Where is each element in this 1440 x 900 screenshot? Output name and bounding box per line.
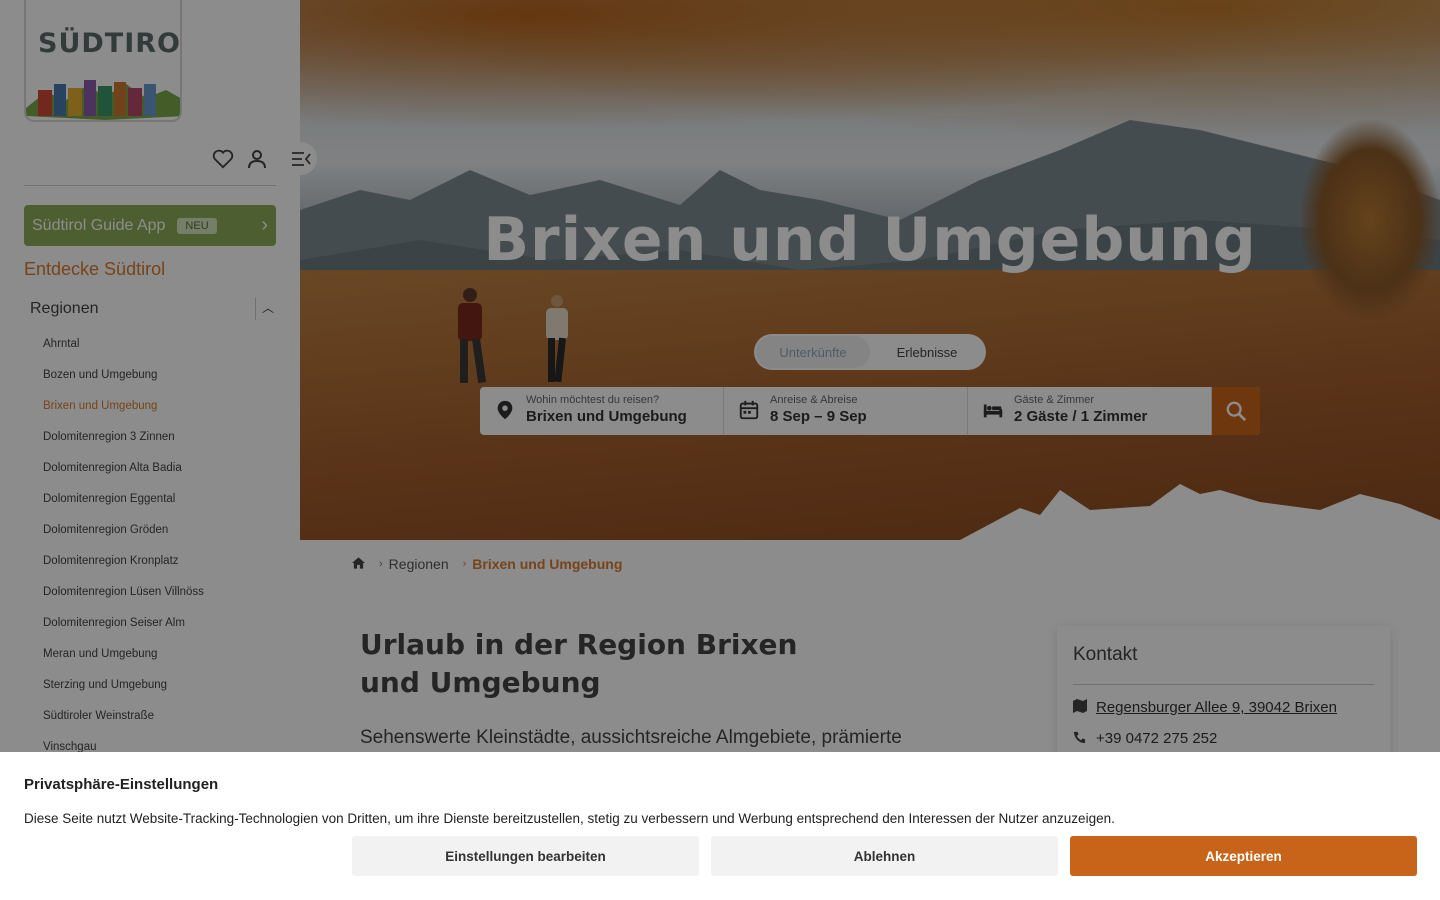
cookie-text: Diese Seite nutzt Website-Tracking-Techn… (24, 811, 1115, 826)
accept-button[interactable]: Akzeptieren (1070, 836, 1417, 876)
reject-button[interactable]: Ablehnen (711, 836, 1058, 876)
cookie-button-group: Einstellungen bearbeiten Ablehnen Akzept… (352, 836, 1417, 876)
edit-settings-button[interactable]: Einstellungen bearbeiten (352, 836, 699, 876)
cookie-consent-banner: Privatsphäre-Einstellungen Diese Seite n… (0, 752, 1440, 900)
cookie-title: Privatsphäre-Einstellungen (24, 776, 219, 793)
modal-backdrop (0, 0, 1440, 752)
